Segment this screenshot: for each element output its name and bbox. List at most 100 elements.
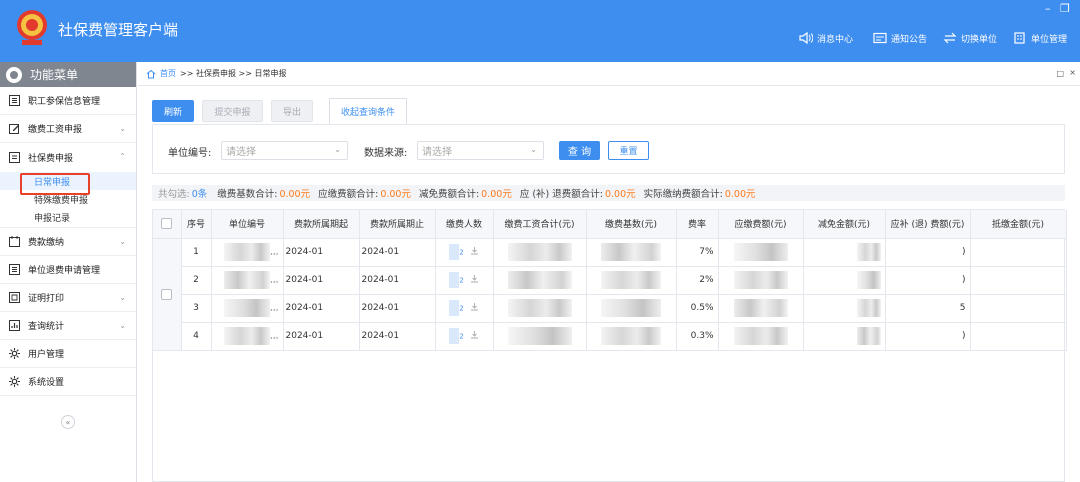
- selected-count: 0条: [191, 189, 208, 200]
- unit-management-label: 单位管理: [1031, 34, 1068, 45]
- notice-link[interactable]: 通知公告: [873, 30, 927, 46]
- close-tab-icon[interactable]: ×: [1069, 68, 1076, 77]
- actual-total-label: 实际缴纳费额合计:: [643, 189, 723, 200]
- redacted-base: [601, 243, 661, 261]
- redacted-unit-code: [223, 327, 270, 345]
- base-cell: [586, 294, 677, 323]
- download-icon[interactable]: [470, 274, 479, 286]
- data-source-label: 数据来源:: [364, 148, 408, 159]
- column-header: 费款所属期止: [359, 210, 436, 239]
- redacted-relief-amount: [856, 271, 881, 289]
- base-total-label: 缴费基数合计:: [217, 189, 278, 200]
- sidebar-item-social-fee-declaration[interactable]: 社保费申报 ⌃: [0, 143, 136, 171]
- unit-code-select[interactable]: 请选择 ⌄: [221, 141, 348, 160]
- payer-count-value: 2: [459, 304, 464, 313]
- base-total-value: 0.00元: [279, 189, 311, 200]
- period-start-cell: 2024-01: [283, 294, 360, 323]
- column-header: 费款所属期起: [283, 210, 360, 239]
- row-checkbox[interactable]: [161, 288, 173, 300]
- download-icon[interactable]: [470, 330, 479, 342]
- row-checkbox-cell[interactable]: [153, 238, 182, 351]
- submit-declaration-button[interactable]: 提交申报: [202, 100, 263, 122]
- gear-icon: [9, 376, 20, 387]
- sidebar-item-label: 缴费工资申报: [28, 125, 83, 135]
- wage-total-cell: [493, 238, 587, 267]
- gear-icon: [9, 348, 20, 359]
- redacted-unit-code: [223, 299, 270, 317]
- list-icon: [9, 95, 20, 106]
- relief-amount-cell: [803, 322, 886, 351]
- refund-amount-cell: 5: [885, 294, 971, 323]
- refresh-button[interactable]: 刷新: [152, 100, 194, 122]
- unit-management-link[interactable]: 单位管理: [1013, 30, 1067, 46]
- query-button[interactable]: 查 询: [559, 141, 600, 160]
- refund-amount-cell: ): [885, 322, 971, 351]
- sidebar-item-fee-payment[interactable]: 费款缴纳 ⌄: [0, 228, 136, 256]
- rate-cell: 0.5%: [676, 294, 719, 323]
- sidebar-subitem-declaration-records[interactable]: 申报记录: [0, 208, 136, 228]
- sidebar-item-label: 职工参保信息管理: [28, 97, 101, 107]
- redacted-due-amount: [733, 243, 788, 261]
- table-row[interactable]: 2 ... 2024-01 2024-01 2 2% ): [153, 266, 1067, 295]
- download-icon[interactable]: [470, 246, 479, 258]
- notice-label: 通知公告: [891, 34, 928, 45]
- redacted-relief-amount: [856, 327, 881, 345]
- chevron-down-icon: ⌄: [334, 145, 341, 154]
- sidebar-item-user-management[interactable]: 用户管理: [0, 340, 136, 368]
- payer-count-cell[interactable]: 2: [435, 238, 494, 267]
- printer-icon: [9, 292, 20, 303]
- unit-code-placeholder: 请选择: [226, 147, 256, 158]
- collapse-query-tab[interactable]: 收起查询条件: [329, 98, 407, 124]
- payer-count-cell[interactable]: 2: [435, 294, 494, 323]
- unit-code-ellipsis: ...: [269, 275, 279, 286]
- select-all-checkbox[interactable]: [161, 218, 173, 230]
- row-number: 1: [181, 238, 212, 267]
- period-end-cell: 2024-01: [359, 266, 436, 295]
- unit-code-cell: ...: [211, 266, 284, 295]
- sidebar-item-label: 单位退费申请管理: [28, 266, 101, 276]
- offset-amount-cell: [970, 266, 1067, 295]
- restore-button[interactable]: ❐: [1060, 2, 1070, 15]
- table-row[interactable]: 3 ... 2024-01 2024-01 2 0.5% 5: [153, 294, 1067, 323]
- table-row[interactable]: 1 ... 2024-01 2024-01 2 7% ): [153, 238, 1067, 351]
- redacted-count: [449, 328, 460, 344]
- sidebar-item-certificate-print[interactable]: 证明打印 ⌄: [0, 284, 136, 312]
- refund-total-label: 应 (补) 退费额合计:: [519, 189, 603, 200]
- download-icon[interactable]: [470, 302, 479, 314]
- column-header: 单位编号: [211, 210, 284, 239]
- payer-count-cell[interactable]: 2: [435, 322, 494, 351]
- breadcrumb-home-link[interactable]: 首页: [160, 68, 176, 79]
- rate-cell: 2%: [676, 266, 719, 295]
- table-row[interactable]: 4 ... 2024-01 2024-01 2 0.3% ): [153, 322, 1067, 351]
- document-icon: [9, 151, 20, 163]
- unit-code-ellipsis: ...: [269, 303, 279, 314]
- select-all-header[interactable]: [153, 210, 182, 239]
- due-total-value: 0.00元: [380, 189, 411, 200]
- switch-unit-link[interactable]: 切换单位: [943, 30, 997, 46]
- message-center-link[interactable]: 消息中心: [799, 30, 853, 46]
- collapse-sidebar-button[interactable]: «: [61, 415, 75, 429]
- period-end-cell: 2024-01: [359, 294, 436, 323]
- export-button[interactable]: 导出: [271, 100, 313, 122]
- message-center-label: 消息中心: [817, 34, 854, 45]
- redacted-base: [601, 271, 661, 289]
- sidebar-item-system-settings[interactable]: 系统设置: [0, 368, 136, 396]
- payer-count-cell[interactable]: 2: [435, 266, 494, 295]
- data-source-select[interactable]: 请选择 ⌄: [417, 141, 544, 160]
- minimize-button[interactable]: –: [1045, 2, 1051, 15]
- offset-amount-cell: [970, 322, 1067, 351]
- refund-amount-cell: ): [885, 266, 971, 295]
- column-header: 序号: [181, 210, 212, 239]
- sidebar-item-wage-declaration[interactable]: 缴费工资申报 ⌄: [0, 115, 136, 143]
- reset-button[interactable]: 重置: [608, 141, 649, 160]
- period-start-cell: 2024-01: [283, 266, 360, 295]
- sidebar-item-refund-application[interactable]: 单位退费申请管理: [0, 256, 136, 284]
- chevron-down-icon: ⌄: [119, 237, 126, 246]
- sidebar-item-label: 用户管理: [28, 350, 65, 360]
- sidebar-item-employee-insurance[interactable]: 职工参保信息管理: [0, 87, 136, 115]
- unit-code-label: 单位编号:: [168, 148, 212, 159]
- due-amount-cell: [718, 322, 804, 351]
- maximize-panel-icon[interactable]: □: [1056, 69, 1064, 78]
- sidebar-item-query-statistics[interactable]: 查询统计 ⌄: [0, 312, 136, 340]
- data-source-placeholder: 请选择: [422, 147, 452, 158]
